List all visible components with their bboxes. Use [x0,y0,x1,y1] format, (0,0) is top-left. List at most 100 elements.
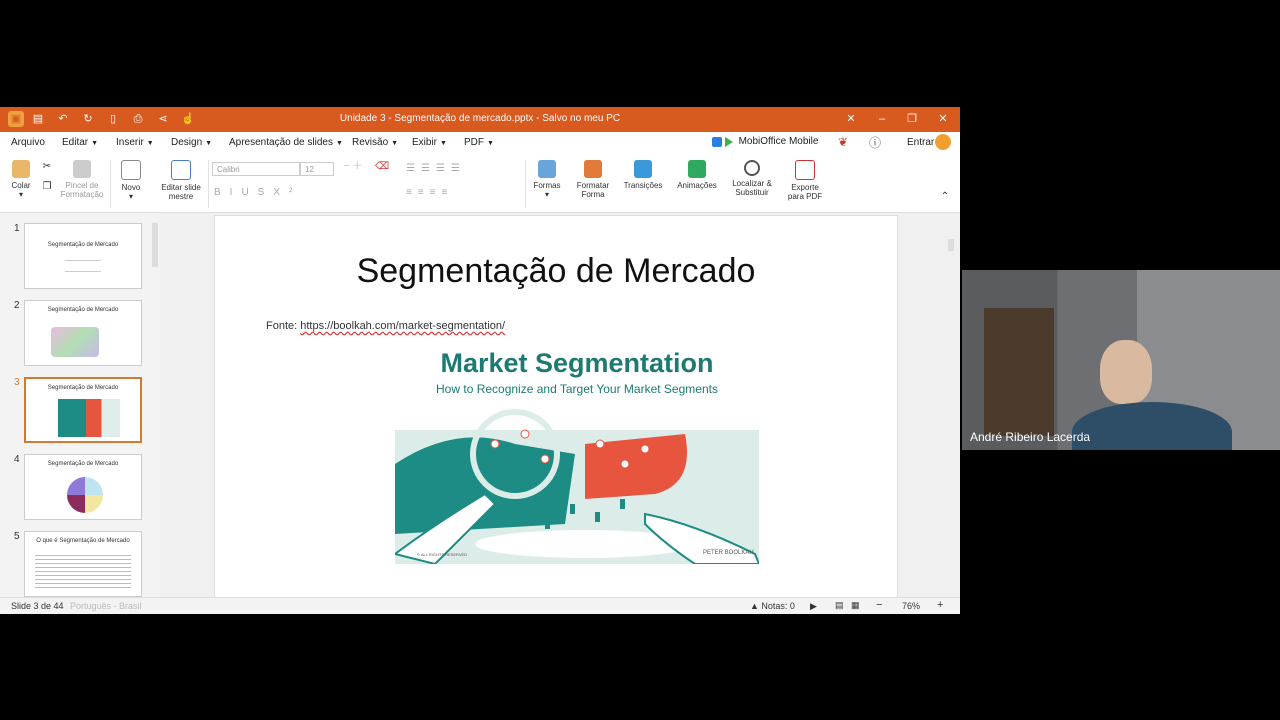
source-text[interactable]: Fonte: https://boolkah.com/market-segmen… [266,320,505,332]
login-button[interactable]: Entrar [907,137,934,148]
minimize-icon[interactable]: – [874,111,890,127]
slide-number: 2 [14,300,20,311]
current-slide[interactable]: Segmentação de Mercado Fonte: https://bo… [214,215,898,599]
menu-exibir-label: Exibir [412,137,438,148]
thumbnail-title: Segmentação de Mercado [47,385,119,391]
font-name-value: Calibri [217,165,240,174]
normal-view-icon[interactable]: ▤ [835,600,844,611]
menu-apresentacao[interactable]: Apresentação de slides ▼ [229,137,343,148]
find-replace-label: Localizar & Substituir [732,179,772,197]
paste-button[interactable]: Colar ▾ [8,160,34,199]
export-pdf-button[interactable]: Exporte para PDF [784,160,826,201]
window-title: Unidade 3 - Segmentação de mercado.pptx … [339,113,621,124]
chevron-down-icon: ▼ [487,140,494,147]
chevron-down-icon: ▾ [544,190,549,199]
help-icon[interactable]: ⓘ [869,134,881,151]
find-replace-button[interactable]: Localizar & Substituir [728,160,776,197]
notes-button[interactable]: ▲ Notas: 0 [750,601,795,611]
slide-thumbnail-1[interactable]: Segmentação de Mercado [24,223,142,289]
transitions-button[interactable]: Transições [622,160,664,190]
image-subheading: How to Recognize and Target Your Market … [436,382,718,396]
menu-pdf-label: PDF [464,137,484,148]
panel-scrollbar[interactable] [152,223,158,267]
chevron-down-icon: ▼ [335,140,343,147]
master-slide-icon [171,160,191,180]
search-icon [744,160,760,176]
canvas-scrollbar[interactable] [948,239,954,251]
shapes-button[interactable]: Formas ▾ [532,160,562,199]
avatar[interactable] [935,134,951,150]
restore-icon[interactable]: ❐ [904,111,920,127]
zoom-out-icon[interactable]: − [876,599,882,611]
new-slide-button[interactable]: Novo ▾ [116,160,146,201]
edit-master-button[interactable]: Editar slide mestre [156,160,206,201]
edit-master-label: Editar slide mestre [161,183,201,201]
menu-design[interactable]: Design ▼ [171,137,212,148]
cut-icon[interactable]: ✂ [40,162,54,172]
slide-thumbnail-4[interactable]: Segmentação de Mercado [24,454,142,520]
thumbnail-subtitle-lines [65,260,101,272]
font-name-select[interactable]: Calibri [212,162,300,176]
ribbon-toolbar: Colar ▾ ✂ ❐ Pincel de Formatação Novo ▾ Ed… [0,154,960,213]
thumbnail-text-lines [35,552,131,588]
animations-button[interactable]: Animações [674,160,720,190]
menu-apresentacao-label: Apresentação de slides [229,137,333,148]
new-slide-label: Novo [121,183,141,192]
format-painter-button[interactable]: Pincel de Formatação [58,160,106,199]
format-shape-button[interactable]: Formatar Forma [574,160,612,199]
image-credit: PETER BOOLKAH [703,550,754,556]
zoom-in-icon[interactable]: + [937,599,943,611]
menu-revisao-label: Revisão [352,137,389,148]
divider [525,160,526,208]
menu-inserir[interactable]: Inserir ▼ [116,137,154,148]
feedback-icon[interactable]: ❦ [838,135,848,149]
mobioffice-link[interactable]: MobiOffice Mobile [712,136,818,147]
play-slideshow-icon[interactable]: ▶ [810,601,817,612]
copy-icon[interactable]: ❐ [40,182,54,192]
pdf-icon [795,160,815,180]
menu-revisao[interactable]: Revisão ▼ [352,137,398,148]
close-window-icon[interactable]: ✕ [935,111,951,127]
slide-number: 1 [14,223,20,234]
slide-thumbnail-3[interactable]: Segmentação de Mercado [24,377,142,443]
presentation-app-window: ▣ ▤ ↶ ↻ ▯ ⎙ ⋖ ☝ Unidade 3 - Segmentação … [0,107,960,614]
menu-pdf[interactable]: PDF ▼ [464,137,494,148]
play-store-icon [724,136,733,147]
menu-inserir-label: Inserir [116,137,144,148]
menu-editar[interactable]: Editar ▼ [62,137,98,148]
market-segmentation-image[interactable]: Market Segmentation How to Recognize and… [395,346,759,564]
thumbnail-title: O que é Segmentação de Mercado [36,538,130,544]
slide-thumbnail-5[interactable]: O que é Segmentação de Mercado [24,531,142,597]
format-painter-label: Pincel de Formatação [60,181,104,199]
thumbnail-image [58,399,120,437]
format-shape-label: Formatar Forma [576,181,610,199]
chevron-down-icon: ▼ [205,140,213,147]
clear-format-icon[interactable]: ⌫ [375,162,389,172]
zoom-level[interactable]: 76% [902,601,920,611]
thumbnail-title: Segmentação de Mercado [47,307,119,313]
video-participant-tile[interactable]: André Ribeiro Lacerda [962,270,1280,450]
close-doc-icon[interactable]: ✕ [843,111,859,127]
slide-counter: Slide 3 de 44 [11,601,64,611]
slide-sorter-icon[interactable]: ▦ [851,600,860,611]
collapse-ribbon-icon[interactable]: ⌃ [938,192,952,202]
transitions-icon [634,160,652,178]
bookshelf [984,308,1054,436]
thumbnail-diagram [51,327,99,357]
shapes-icon [538,160,556,178]
language-status[interactable]: Português - Brasil [70,601,142,611]
font-size-select[interactable]: 12 [300,162,334,176]
menu-arquivo[interactable]: Arquivo [11,137,45,148]
menu-exibir[interactable]: Exibir ▼ [412,137,447,148]
source-label: Fonte: [266,320,301,332]
list-buttons[interactable]: ☰☰☰☰ [406,164,516,174]
alignment-buttons[interactable]: ≡≡≡≡ [406,188,516,198]
slide-number: 4 [14,454,20,465]
text-format-buttons[interactable]: BIUSX² [214,188,384,198]
source-url: https://boolkah.com/market-segmentation/ [300,320,506,332]
slides-panel: 1 Segmentação de Mercado 2 Segmentação d… [0,213,160,597]
slide-thumbnail-2[interactable]: Segmentação de Mercado [24,300,142,366]
font-size-decrease-increase[interactable]: − ＋ [338,162,368,172]
slide-title[interactable]: Segmentação de Mercado [215,252,897,291]
shapes-label: Formas [533,181,561,190]
